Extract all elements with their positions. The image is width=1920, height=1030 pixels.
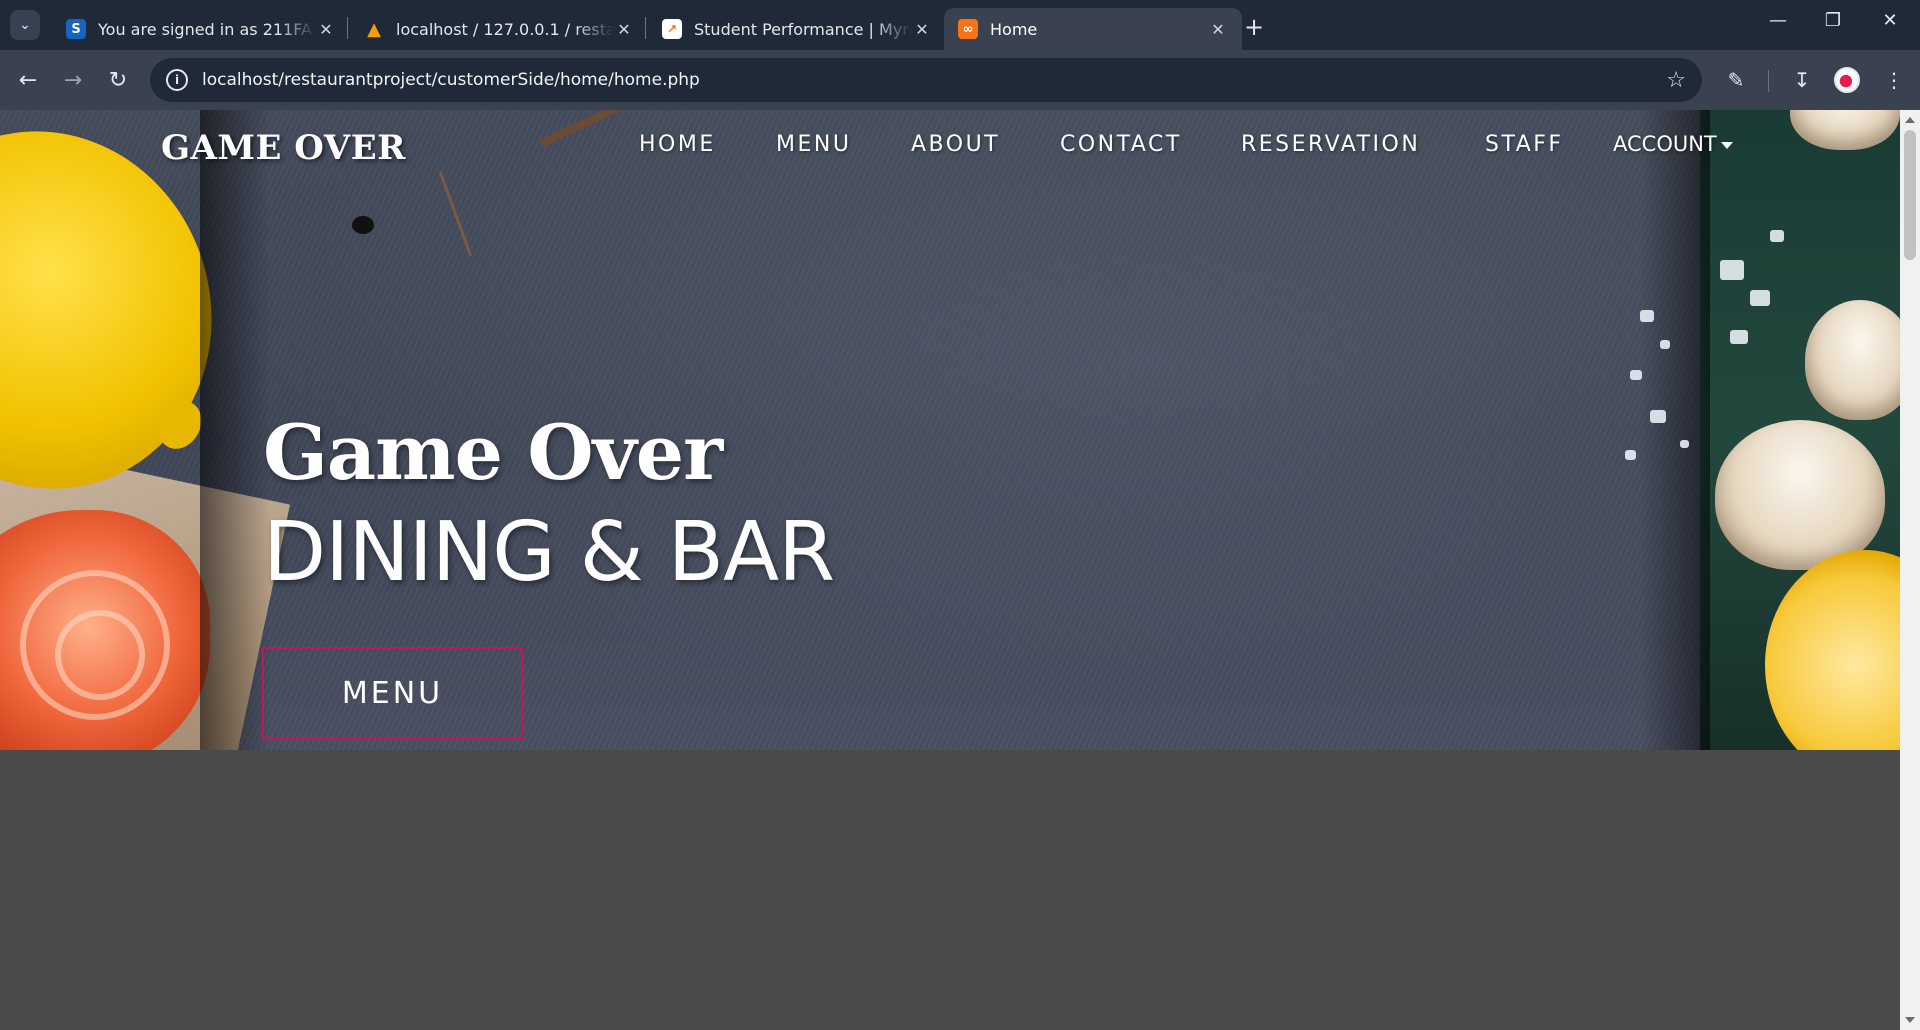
profile-avatar[interactable]	[1834, 67, 1860, 93]
nav-home[interactable]: HOME	[639, 132, 716, 157]
tab-title: Home	[990, 19, 1038, 39]
nav-contact[interactable]: CONTACT	[1060, 132, 1182, 157]
hero-menu-button[interactable]: MENU	[262, 647, 523, 739]
salt-decoration	[1770, 230, 1784, 242]
caret-down-icon	[1720, 141, 1733, 149]
close-icon[interactable]: ✕	[614, 19, 634, 39]
nav-reservation[interactable]: RESERVATION	[1241, 132, 1420, 157]
tab-divider	[347, 17, 348, 39]
salt-decoration	[1730, 330, 1748, 344]
url-text[interactable]: localhost/restaurantproject/customerSide…	[202, 70, 1666, 90]
hero-title: Game Over	[263, 408, 723, 497]
shrimp-segment-decoration	[55, 610, 145, 700]
salt-decoration	[1720, 260, 1744, 280]
reload-icon[interactable]: ↻	[102, 64, 134, 96]
clam-decoration	[1805, 300, 1900, 420]
nav-staff[interactable]: STAFF	[1485, 132, 1564, 157]
salt-decoration	[1660, 340, 1670, 349]
window-close-icon[interactable]: ✕	[1870, 10, 1910, 31]
tab-title: Student Performance | Myra's A	[694, 19, 912, 39]
hero-subtitle: DINING & BAR	[263, 505, 835, 600]
minimize-icon[interactable]: —	[1758, 10, 1798, 31]
close-icon[interactable]: ✕	[1208, 19, 1228, 39]
nav-menu[interactable]: MENU	[776, 132, 851, 157]
extensions-puzzle-icon[interactable]: ✎	[1720, 64, 1752, 96]
back-arrow-icon[interactable]: ←	[12, 64, 44, 96]
close-icon[interactable]: ✕	[316, 19, 336, 39]
chart-icon: ↗	[662, 19, 682, 39]
salt-decoration	[1640, 310, 1654, 322]
hero-section: GAME OVER HOME MENU ABOUT CONTACT RESERV…	[0, 110, 1900, 750]
toolbar-divider	[1768, 70, 1769, 92]
scroll-down-arrow-icon[interactable]	[1905, 1017, 1915, 1023]
nav-about[interactable]: ABOUT	[911, 132, 1000, 157]
tab-title: You are signed in as 211FA1801	[98, 19, 316, 39]
browser-tab-4-active[interactable]: ∞ Home ✕	[944, 8, 1242, 50]
close-icon[interactable]: ✕	[912, 19, 932, 39]
stone-shadow-right	[1640, 110, 1710, 750]
site-logo[interactable]: GAME OVER	[161, 128, 406, 168]
xampp-icon: ∞	[958, 19, 978, 39]
scroll-up-arrow-icon[interactable]	[1905, 117, 1915, 123]
stone-shadow-left	[200, 110, 270, 750]
salt-decoration	[1650, 410, 1666, 423]
tab-title: localhost / 127.0.0.1 / restauran	[396, 19, 614, 39]
s-icon: S	[66, 19, 86, 39]
download-icon[interactable]: ↧	[1786, 64, 1818, 96]
scrollbar-thumb[interactable]	[1904, 130, 1916, 260]
bookmark-star-icon[interactable]: ☆	[1666, 68, 1686, 93]
browser-tab-strip: ⌄ S You are signed in as 211FA1801 ✕ ▲ l…	[0, 0, 1920, 50]
new-tab-button[interactable]: +	[1244, 13, 1264, 41]
browser-tab-2[interactable]: ▲ localhost / 127.0.0.1 / restauran ✕	[350, 8, 648, 50]
salt-decoration	[1750, 290, 1770, 306]
page-viewport: GAME OVER HOME MENU ABOUT CONTACT RESERV…	[0, 110, 1900, 1030]
salt-decoration	[1680, 440, 1689, 448]
phpmyadmin-icon: ▲	[367, 18, 381, 40]
restore-icon[interactable]: ❐	[1813, 10, 1853, 31]
clam-decoration	[1715, 420, 1885, 570]
herb-stem-decoration	[438, 170, 473, 257]
herb-stem-decoration	[538, 110, 651, 148]
browser-toolbar: ← → ↻ i localhost/restaurantproject/cust…	[0, 50, 1920, 110]
tab-search-chevron-icon[interactable]: ⌄	[10, 10, 40, 40]
forward-arrow-icon[interactable]: →	[57, 64, 89, 96]
browser-tab-1[interactable]: S You are signed in as 211FA1801 ✕	[52, 8, 350, 50]
address-bar[interactable]: i localhost/restaurantproject/customerSi…	[150, 58, 1702, 102]
tab-divider	[645, 17, 646, 39]
browser-tab-3[interactable]: ↗ Student Performance | Myra's A ✕	[648, 8, 946, 50]
salt-decoration	[1630, 370, 1642, 380]
site-info-icon[interactable]: i	[166, 69, 188, 91]
nav-account-label: ACCOUNT	[1613, 132, 1717, 156]
nav-account-dropdown[interactable]: ACCOUNT	[1613, 132, 1733, 156]
more-menu-icon[interactable]: ⋮	[1878, 64, 1910, 96]
pepper-decoration	[352, 216, 374, 234]
page-scrollbar[interactable]	[1900, 110, 1920, 1030]
salt-decoration	[1625, 450, 1636, 460]
